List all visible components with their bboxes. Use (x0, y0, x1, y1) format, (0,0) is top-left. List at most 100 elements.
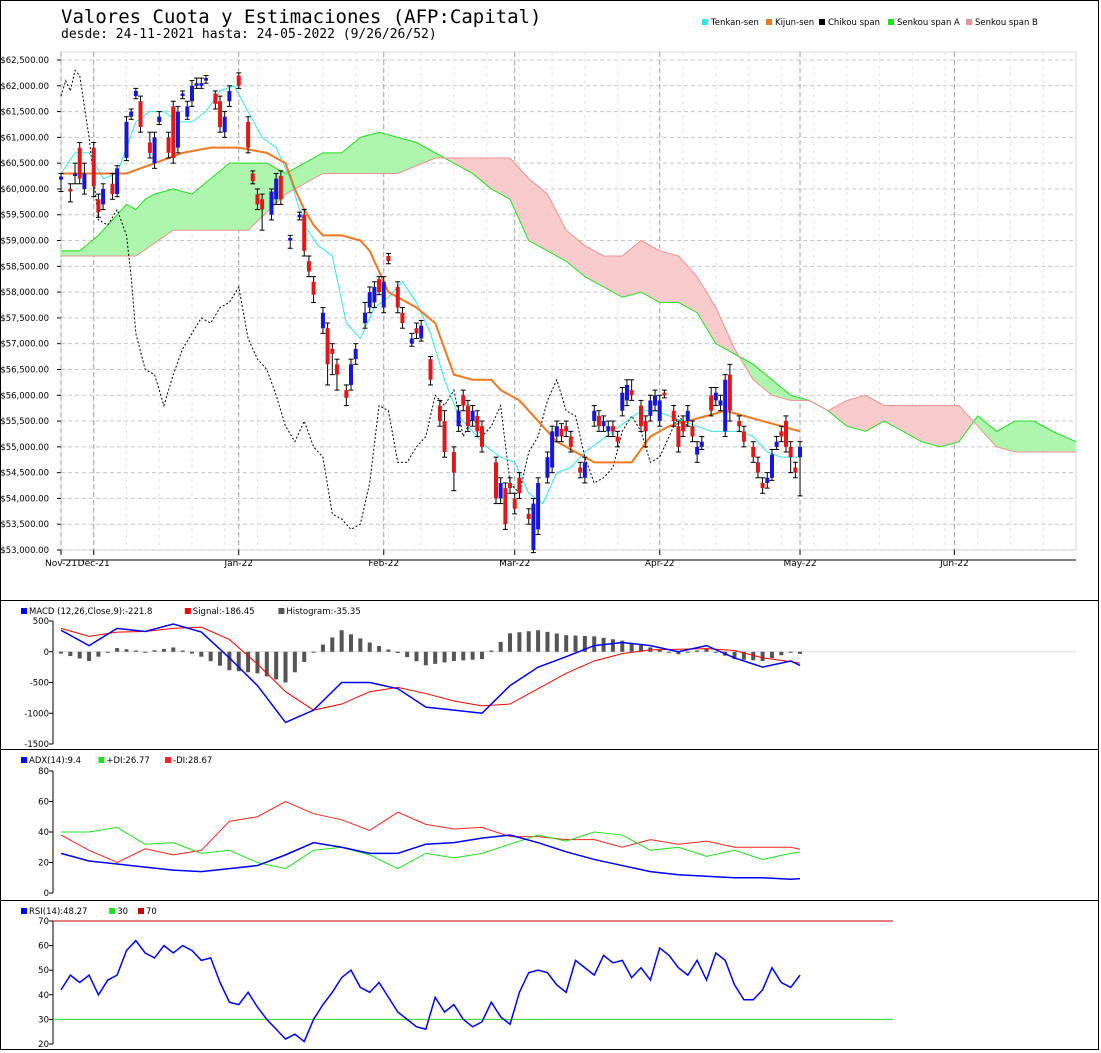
candle-body-up (133, 90, 138, 97)
candle-body-up (723, 379, 728, 432)
legend-swatch (21, 757, 27, 763)
candle (376, 276, 382, 296)
legend-label: Chikou span (828, 18, 880, 28)
legend-label: MACD (12,26,Close,9):-221.8 (29, 607, 152, 617)
histogram-bar (536, 630, 541, 652)
candle-body-down (526, 513, 531, 520)
candle-body-down (325, 328, 330, 365)
plot-background (60, 51, 1077, 551)
cloud-segment (584, 245, 590, 280)
legend-label: 70 (146, 907, 157, 917)
candle-body-up (470, 410, 475, 422)
candle-body-down (788, 446, 793, 458)
candle-body-up (274, 178, 279, 200)
cloud-segment (163, 189, 169, 238)
cloud-segment (940, 405, 946, 448)
y-tick-label: $62,500.00 (1, 56, 49, 66)
candle-body-up (175, 111, 180, 148)
cloud-segment (659, 250, 665, 303)
histogram-bar (788, 651, 793, 653)
histogram-bar (115, 648, 120, 652)
histogram-bar (554, 633, 559, 652)
candle-body-down (236, 75, 241, 86)
candle-body-up (606, 426, 611, 432)
cloud-segment (907, 405, 913, 437)
y-tick-label: 20 (38, 1040, 49, 1049)
histogram-bar (330, 637, 335, 652)
candle-body-down (442, 421, 447, 452)
plot-area: $53,000.00 $53,500.00 $54,000.00 $54,500.00… (0, 51, 1077, 569)
candle-body-down (306, 261, 311, 272)
cloud-segment (533, 181, 539, 247)
candle-body-down (737, 421, 742, 427)
signal-line (60, 626, 801, 711)
cloud-segment (603, 255, 609, 290)
candle-body-down (709, 395, 714, 411)
y-tick-label: 60 (38, 798, 49, 808)
legend-swatch (21, 908, 27, 914)
candle-body-up (582, 462, 587, 478)
cloud-segment (542, 189, 548, 252)
y-tick-label: -500 (30, 679, 49, 689)
cloud-segment (144, 196, 151, 251)
cloud-segment (191, 189, 197, 231)
candle-body-up (381, 281, 386, 308)
cloud-segment (888, 405, 894, 427)
cloud-segment (879, 402, 885, 425)
candle-body-up (199, 83, 204, 86)
y-tick-label: $56,500.00 (1, 365, 49, 375)
candle-body-up (129, 111, 134, 117)
candle-body-down (475, 415, 480, 432)
cloud-segment (1028, 420, 1035, 453)
candle-body-down (779, 431, 784, 437)
cloud-segment (593, 250, 600, 285)
cloud-segment (673, 254, 679, 303)
candle-body-down (681, 421, 686, 432)
cloud-segment (846, 398, 852, 428)
candle-body-down (68, 188, 73, 192)
cloud-segment (308, 157, 314, 182)
cloud-segment (851, 397, 857, 430)
candle-body-down (138, 101, 143, 128)
candle-body-down (479, 426, 484, 447)
candle (114, 165, 120, 198)
cloud-segment (112, 214, 118, 257)
histogram-bar (479, 651, 484, 660)
cloud-segment (579, 241, 586, 278)
candle-body-down (311, 281, 316, 295)
cloud-segment (565, 229, 572, 266)
histogram-bar (526, 631, 531, 652)
histogram-bar (189, 651, 194, 654)
candle-body-down (793, 467, 798, 473)
histogram-bar (517, 632, 522, 652)
legend-label: 30 (117, 907, 128, 917)
candle-body-down (578, 467, 583, 473)
cloud-segment (74, 250, 80, 257)
cloud-segment (865, 394, 871, 432)
histogram-bar (713, 651, 718, 653)
cloud-segment (392, 135, 399, 174)
histogram-bar (498, 641, 503, 652)
candle-body-down (334, 364, 339, 375)
cloud-segment (682, 260, 689, 309)
chart-legend: Tenkan-sen Kijun-sen Chikou span Senkou spa… (702, 18, 1038, 28)
adx-chart: 0 20 40 60 80ADX(14):9.4 +DI:26.77 -DI:28.67 (21, 756, 801, 899)
candle-body-up (189, 85, 194, 102)
histogram-bar (592, 636, 597, 652)
cloud-segment (243, 162, 249, 231)
histogram-bar (395, 651, 400, 653)
candle-body-down (255, 194, 260, 205)
cloud-segment (219, 166, 225, 231)
cloud-segment (612, 255, 618, 296)
candle (535, 477, 541, 536)
histogram-bar (171, 647, 176, 652)
cloud-segment (912, 405, 918, 440)
legend-label: +DI:26.77 (106, 756, 149, 766)
legend-swatch (138, 908, 144, 914)
histogram-bar (199, 651, 204, 657)
candle-body-down (400, 312, 405, 324)
candle-body-down (568, 436, 573, 447)
histogram-bar (695, 650, 700, 652)
candle-body-up (554, 426, 559, 437)
legend-label: Senkou span B (975, 18, 1038, 28)
